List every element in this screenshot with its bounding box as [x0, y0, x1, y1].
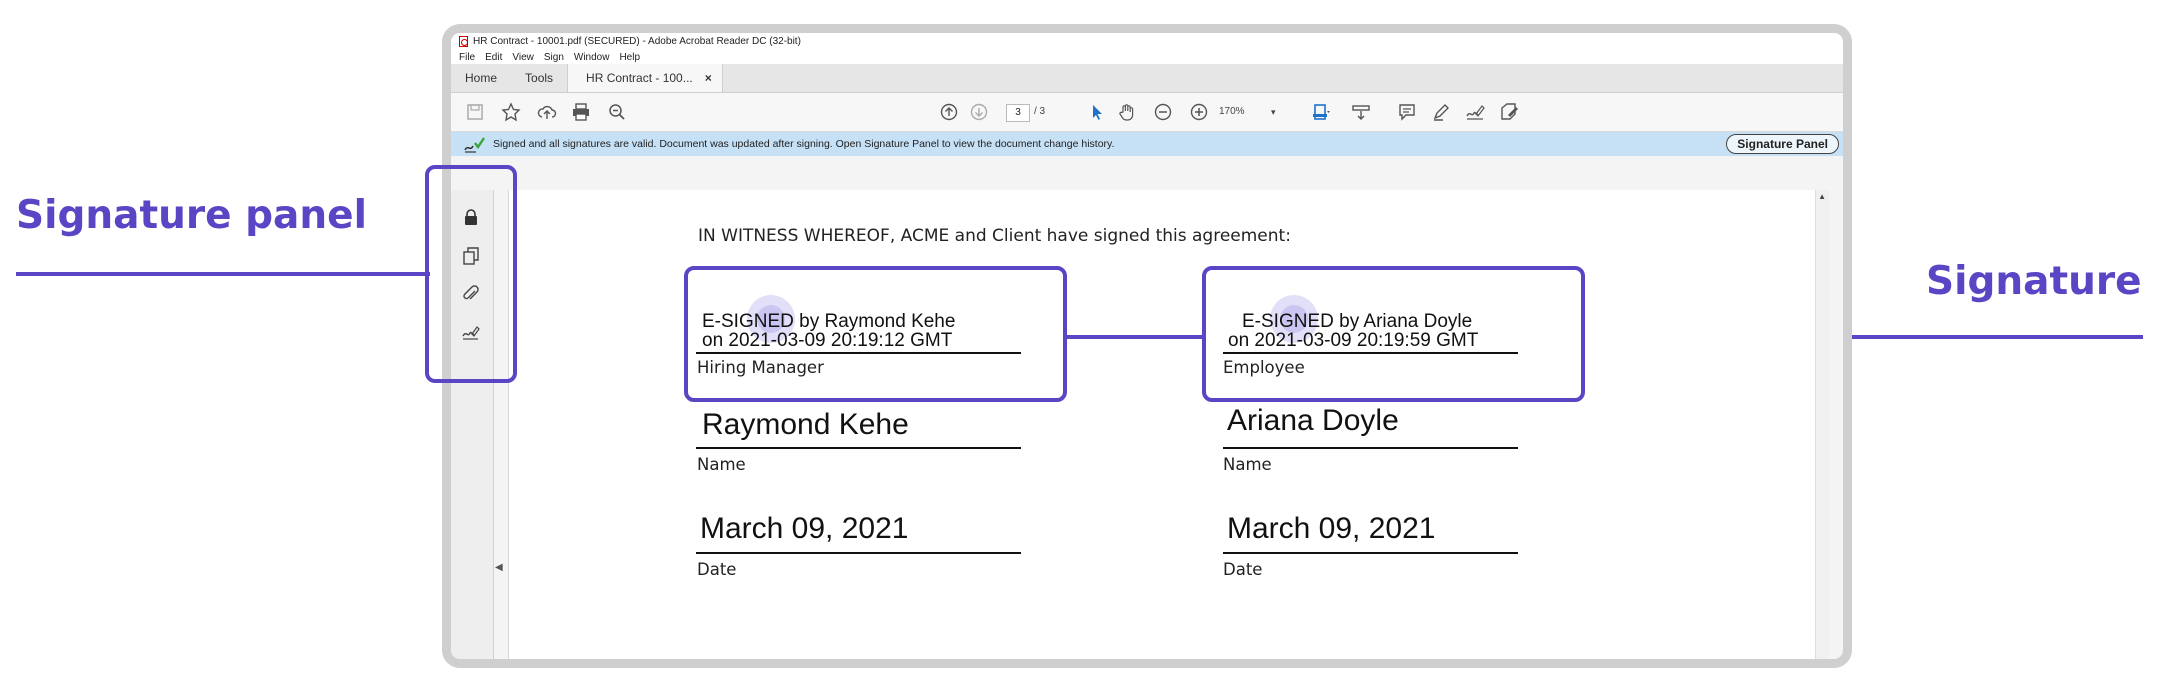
bookmark-star-icon[interactable]: [501, 102, 521, 122]
highlight-pen-icon[interactable]: [1431, 102, 1451, 122]
page-up-icon[interactable]: [939, 102, 959, 122]
right-signature-highlight: [1202, 266, 1585, 402]
tab-bar: Home Tools HR Contract - 100... ×: [451, 64, 1843, 93]
name-value-right: Ariana Doyle: [1227, 404, 1399, 437]
page-total: / 3: [1034, 106, 1046, 117]
fit-page-icon[interactable]: [1311, 102, 1331, 122]
date-label-left: Date: [697, 560, 737, 579]
pdf-page: IN WITNESS WHEREOF, ACME and Client have…: [509, 190, 1829, 659]
callout-signature-panel-line: [16, 272, 430, 276]
date-value-right: March 09, 2021: [1227, 512, 1436, 545]
menu-file[interactable]: File: [459, 52, 475, 63]
date-value-left: March 09, 2021: [700, 512, 909, 545]
select-pointer-icon[interactable]: [1087, 102, 1107, 122]
comment-icon[interactable]: [1397, 102, 1417, 122]
fill-sign-icon[interactable]: [1499, 102, 1519, 122]
name-label-right: Name: [1223, 455, 1272, 474]
callout-signature-label: Signature: [1926, 259, 2142, 304]
scroll-mode-icon[interactable]: [1351, 102, 1371, 122]
zoom-dropdown-icon[interactable]: ▾: [1271, 104, 1276, 120]
name-line-left: [696, 447, 1021, 449]
signature-panel-button[interactable]: Signature Panel: [1726, 134, 1839, 154]
signature-valid-icon: [463, 135, 485, 153]
witness-statement: IN WITNESS WHEREOF, ACME and Client have…: [698, 226, 1291, 246]
hand-icon[interactable]: [1117, 102, 1137, 122]
date-line-right: [1223, 552, 1518, 554]
menu-window[interactable]: Window: [574, 52, 610, 63]
date-label-right: Date: [1223, 560, 1263, 579]
tab-document-label: HR Contract - 100...: [586, 71, 693, 85]
name-value-left: Raymond Kehe: [702, 408, 909, 441]
print-icon[interactable]: [571, 102, 591, 122]
zoom-level[interactable]: 170%: [1219, 104, 1245, 120]
date-line-left: [696, 552, 1021, 554]
scroll-up-icon[interactable]: ▲: [1818, 192, 1826, 201]
document-area: ◀ IN WITNESS WHEREOF, ACME and Client ha…: [451, 190, 1843, 659]
signature-status-bar: Signed and all signatures are valid. Doc…: [451, 132, 1843, 156]
signature-status-message: Signed and all signatures are valid. Doc…: [493, 138, 1115, 150]
acrobat-window: HR Contract - 10001.pdf (SECURED) - Adob…: [442, 24, 1852, 668]
menu-sign[interactable]: Sign: [544, 52, 564, 63]
name-line-right: [1223, 447, 1518, 449]
window-title: HR Contract - 10001.pdf (SECURED) - Adob…: [473, 36, 801, 47]
menu-bar: File Edit View Sign Window Help: [451, 50, 1843, 64]
menu-view[interactable]: View: [512, 52, 534, 63]
close-tab-icon[interactable]: ×: [705, 71, 712, 85]
toolbar: 3 / 3 170% ▾: [451, 93, 1843, 132]
page-number-input[interactable]: 3: [1006, 104, 1030, 122]
zoom-in-icon[interactable]: [1189, 102, 1209, 122]
tab-home[interactable]: Home: [451, 64, 511, 92]
sign-icon[interactable]: [1465, 102, 1485, 122]
cloud-upload-icon[interactable]: [537, 102, 557, 122]
callout-signature-panel-label: Signature panel: [16, 193, 367, 238]
save-icon[interactable]: [465, 102, 485, 122]
tab-tools[interactable]: Tools: [511, 64, 567, 92]
collapse-panel-icon[interactable]: ◀: [495, 562, 503, 573]
name-label-left: Name: [697, 455, 746, 474]
zoom-out-search-icon[interactable]: [607, 102, 627, 122]
vertical-scrollbar[interactable]: ▲: [1815, 190, 1829, 659]
title-bar: HR Contract - 10001.pdf (SECURED) - Adob…: [451, 33, 1843, 50]
pdf-app-icon: [459, 36, 468, 47]
zoom-out-icon[interactable]: [1153, 102, 1173, 122]
signature-connector-line: [1065, 335, 1204, 339]
page-down-icon[interactable]: [969, 102, 989, 122]
menu-edit[interactable]: Edit: [485, 52, 502, 63]
left-signature-highlight: [684, 266, 1067, 402]
tab-document[interactable]: HR Contract - 100... ×: [567, 64, 723, 92]
signature-panel-highlight: [425, 165, 517, 383]
menu-help[interactable]: Help: [619, 52, 640, 63]
